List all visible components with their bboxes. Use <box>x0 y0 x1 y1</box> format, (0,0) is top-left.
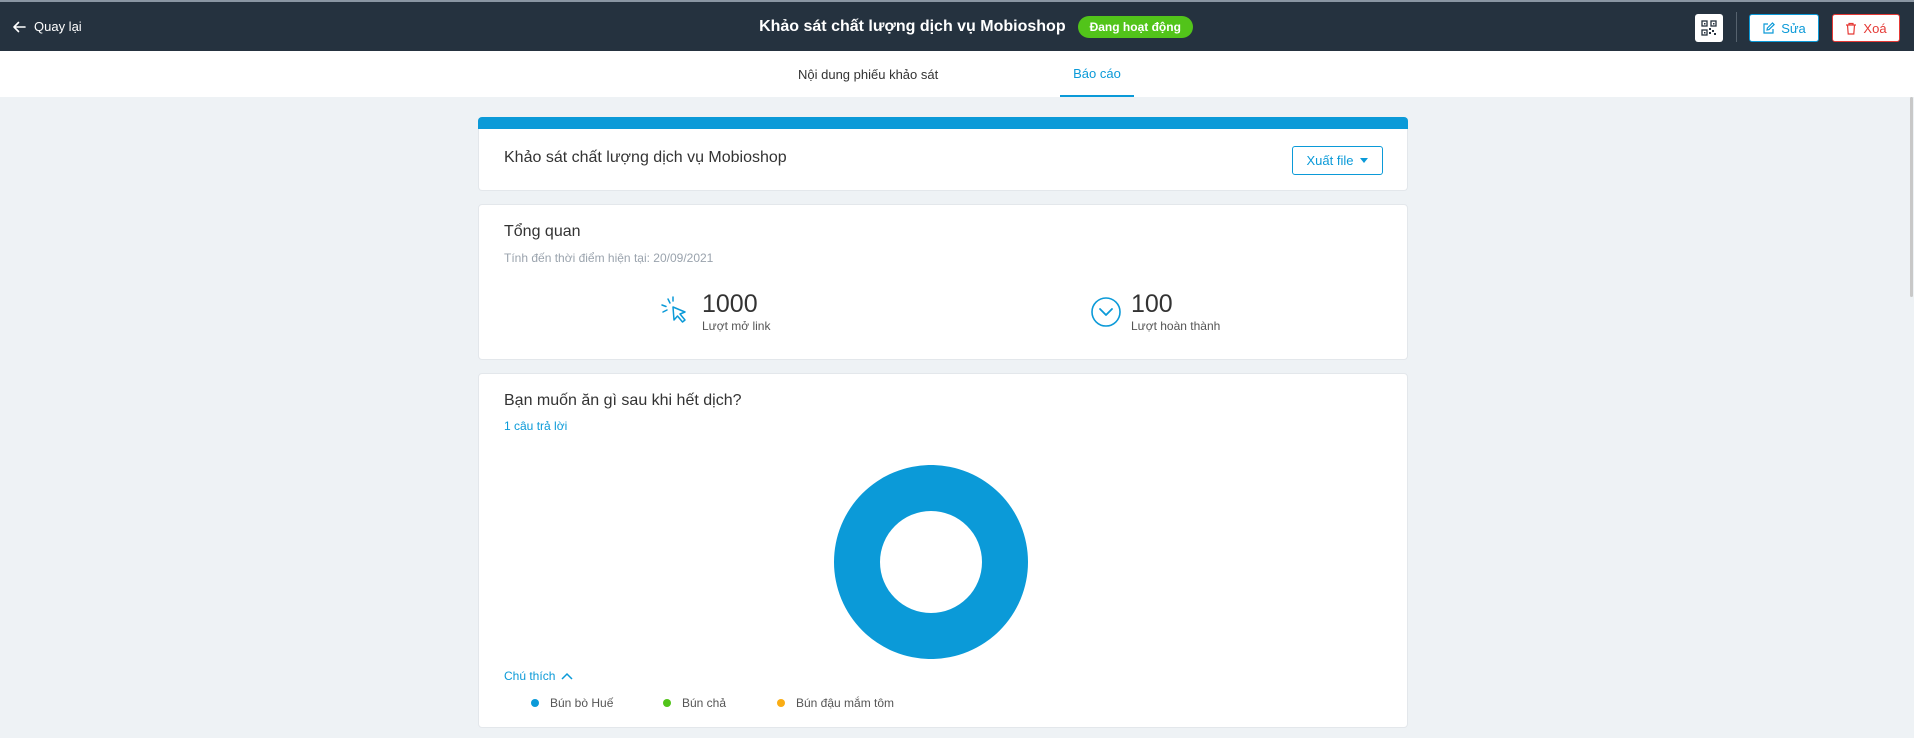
tab-survey-content[interactable]: Nội dung phiếu khảo sát <box>798 51 938 97</box>
legend-toggle-label: Chú thích <box>504 669 556 683</box>
legend-label: Bún đậu mắm tôm <box>796 696 895 710</box>
export-file-button[interactable]: Xuất file <box>1292 146 1383 175</box>
qr-code-icon <box>1701 20 1717 36</box>
back-label: Quay lại <box>34 19 82 34</box>
legend-dot <box>777 699 785 707</box>
edit-icon <box>1763 21 1776 34</box>
overview-title: Tổng quan <box>504 223 581 240</box>
legend-item: Bún chả <box>663 696 777 710</box>
tab-bar: Nội dung phiếu khảo sát Báo cáo <box>0 51 1914 97</box>
chevron-circle-down-icon <box>1091 297 1121 327</box>
legend-item: Bún bò Huế <box>531 696 663 710</box>
delete-button[interactable]: Xoá <box>1832 14 1900 42</box>
donut-slice-bún-bò-huế[interactable] <box>834 465 1028 659</box>
answers-count-link[interactable]: 1 câu trả lời <box>504 419 567 433</box>
survey-title: Khảo sát chất lượng dịch vụ Mobioshop <box>504 149 787 166</box>
link-opens-value: 1000 <box>702 290 758 318</box>
legend-dot <box>531 699 539 707</box>
completions-label: Lượt hoàn thành <box>1131 319 1221 333</box>
header-divider <box>1736 12 1737 42</box>
page-scrollbar[interactable] <box>1910 97 1913 297</box>
tab-label: Báo cáo <box>1073 65 1121 81</box>
caret-down-icon <box>1360 158 1369 163</box>
overview-as-of: Tính đến thời điểm hiện tại: 20/09/2021 <box>504 251 714 265</box>
link-opens-stat: 1000 Lượt mở link <box>660 291 770 333</box>
status-badge: Đang hoạt động <box>1077 15 1193 38</box>
survey-title-card: Khảo sát chất lượng dịch vụ Mobioshop Xu… <box>478 117 1408 191</box>
overview-card: Tổng quan Tính đến thời điểm hiện tại: 2… <box>478 204 1408 360</box>
card-accent-bar <box>478 117 1408 129</box>
donut-chart <box>834 465 1028 659</box>
back-button[interactable]: Quay lại <box>12 2 82 51</box>
legend-label: Bún chả <box>682 696 727 710</box>
delete-label: Xoá <box>1863 20 1887 36</box>
legend-item: Bún đậu mắm tôm <box>777 696 894 710</box>
legend-dot <box>663 699 671 707</box>
cursor-click-icon <box>661 296 686 323</box>
qr-code-button[interactable] <box>1695 14 1723 42</box>
legend-toggle[interactable]: Chú thích <box>504 669 573 683</box>
completions-value: 100 <box>1131 290 1173 318</box>
legend-label: Bún bò Huế <box>550 696 614 710</box>
completions-stat: 100 Lượt hoàn thành <box>1089 291 1220 333</box>
arrow-left-icon <box>13 21 26 32</box>
question-report-card: Bạn muốn ăn gì sau khi hết dịch? 1 câu t… <box>478 373 1408 728</box>
trash-icon <box>1846 22 1857 35</box>
tab-label: Nội dung phiếu khảo sát <box>798 66 939 82</box>
tab-report[interactable]: Báo cáo <box>1060 51 1134 97</box>
page-title: Khảo sát chất lượng dịch vụ Mobioshop <box>759 17 1066 35</box>
chart-legend: Bún bò Huế Bún chả Bún đậu mắm tôm <box>531 696 894 710</box>
edit-label: Sửa <box>1781 20 1806 36</box>
question-title: Bạn muốn ăn gì sau khi hết dịch? <box>504 392 742 409</box>
edit-button[interactable]: Sửa <box>1749 14 1819 42</box>
link-opens-label: Lượt mở link <box>702 319 771 333</box>
export-label: Xuất file <box>1306 153 1354 168</box>
chevron-up-icon <box>561 672 573 680</box>
top-bar: Quay lại Khảo sát chất lượng dịch vụ Mob… <box>0 0 1914 51</box>
